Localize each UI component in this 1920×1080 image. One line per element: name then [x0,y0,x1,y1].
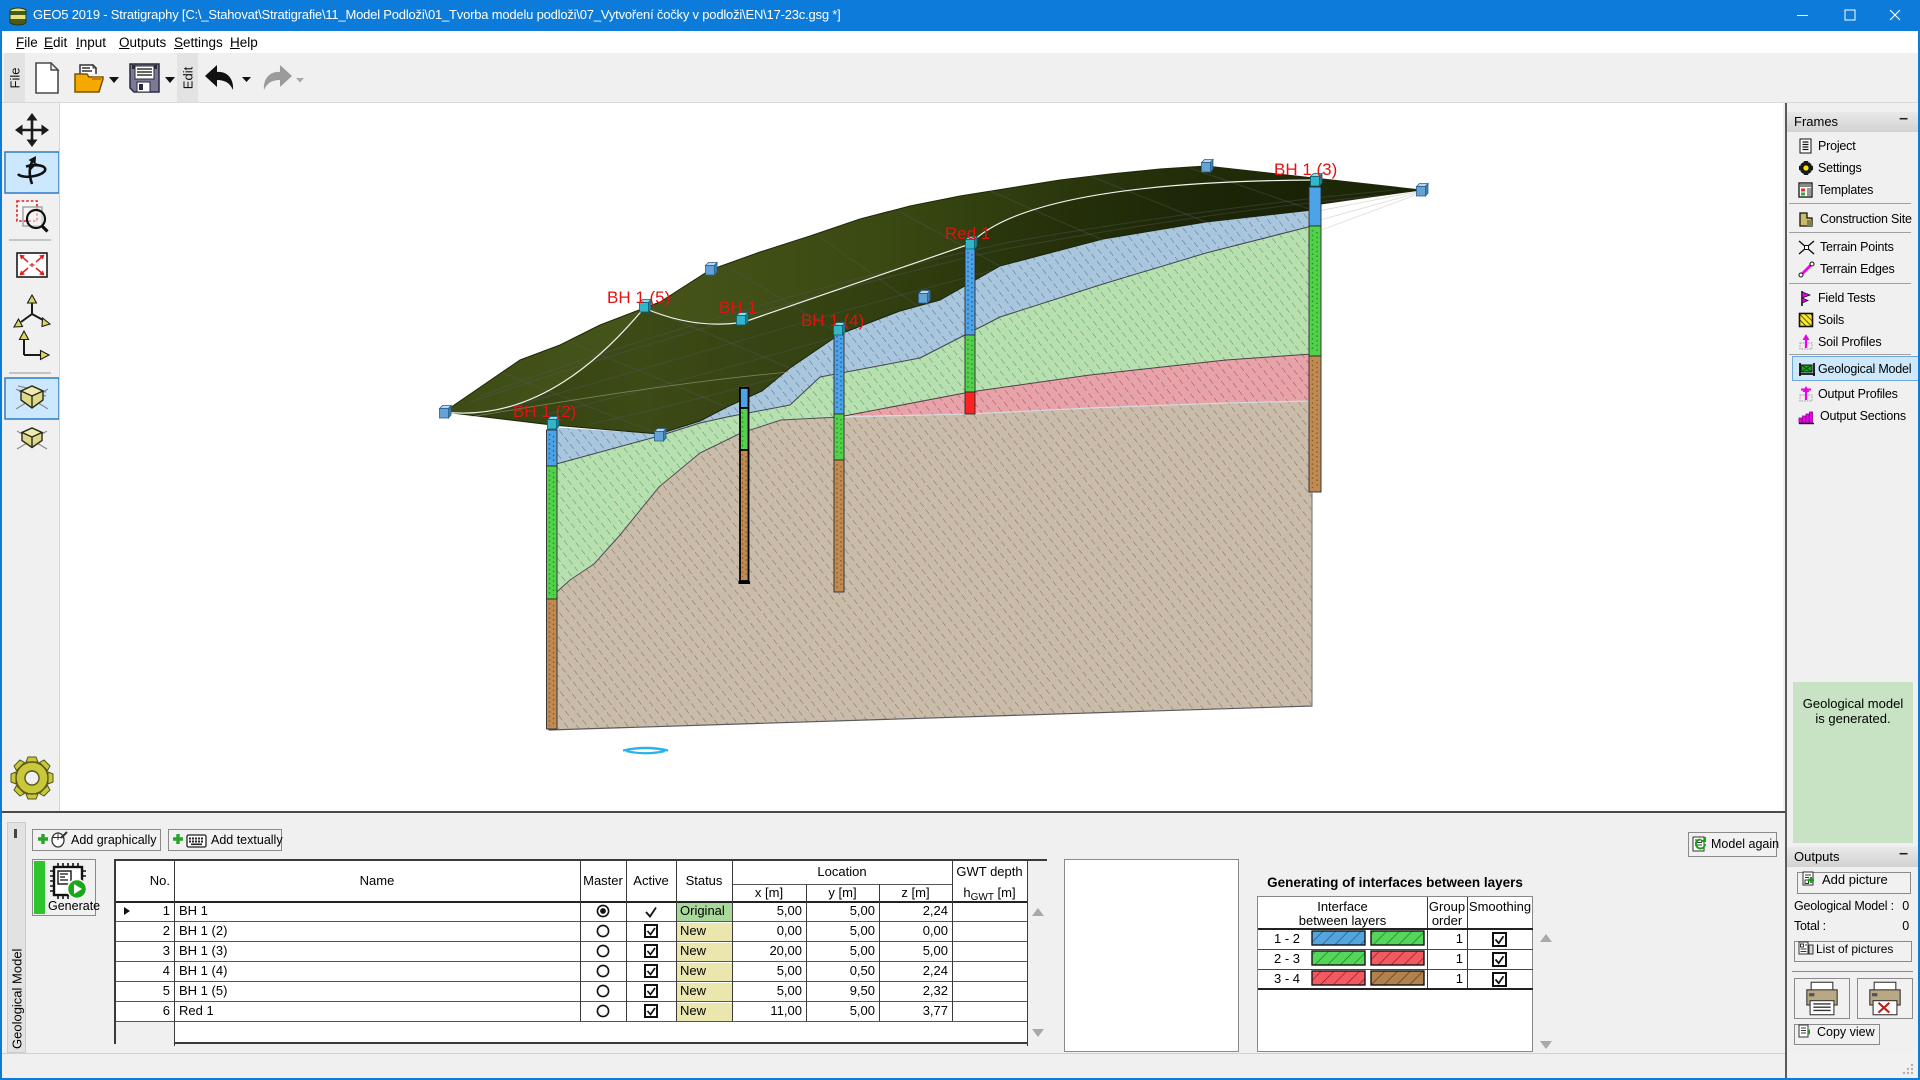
svg-text:BH 1 (3): BH 1 (3) [1274,160,1337,179]
svg-text:BH 1: BH 1 [719,298,757,317]
svg-text:BH 1 (2): BH 1 (2) [513,402,576,421]
svg-text:BH 1 (4): BH 1 (4) [801,311,864,330]
svg-text:BH 1 (5): BH 1 (5) [607,288,670,307]
svg-text:Red 1: Red 1 [945,224,990,243]
